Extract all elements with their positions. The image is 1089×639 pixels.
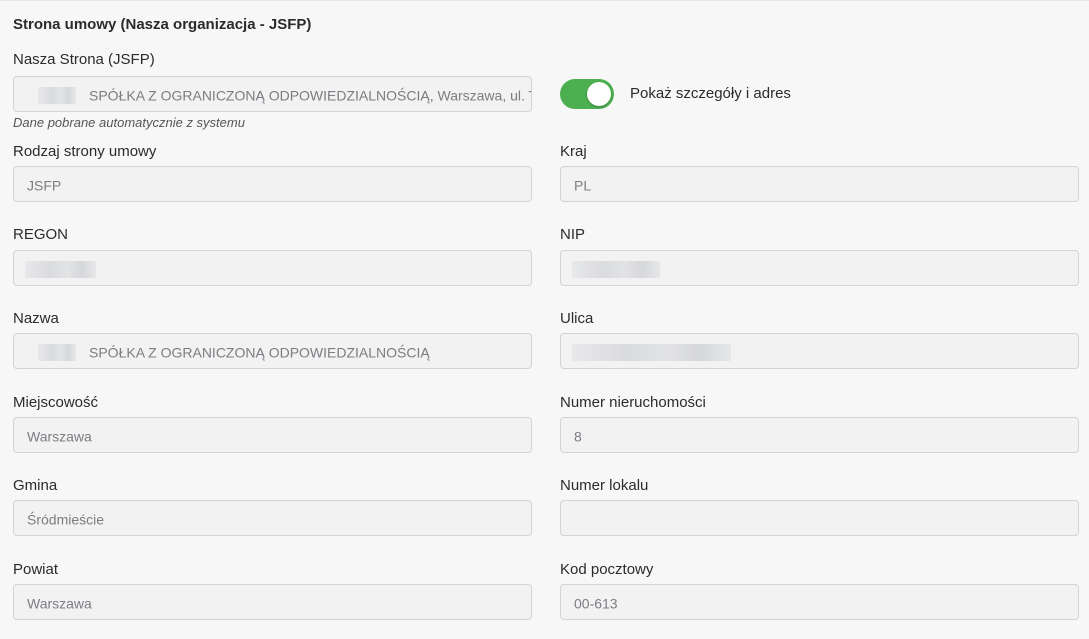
top-divider (0, 0, 1089, 1)
street-label: Ulica (560, 310, 594, 327)
county-field[interactable]: Warszawa (13, 584, 532, 620)
country-label: Kraj (560, 143, 587, 160)
apartment-number-label: Numer lokalu (560, 477, 649, 494)
redacted-text (25, 260, 96, 278)
party-type-value: JSFP (27, 177, 62, 194)
city-value: Warszawa (27, 428, 92, 445)
redacted-text (572, 260, 660, 278)
country-field[interactable]: PL (560, 166, 1079, 202)
redacted-text (38, 86, 76, 104)
redacted-text (38, 343, 76, 361)
building-number-value: 8 (574, 428, 582, 445)
city-field[interactable]: Warszawa (13, 417, 532, 453)
our-party-value: SPÓŁKA Z OGRANICZONĄ ODPOWIEDZIALNOŚCIĄ,… (89, 87, 532, 104)
postal-code-value: 00-613 (574, 595, 618, 612)
building-number-label: Numer nieruchomości (560, 394, 706, 411)
postal-code-field[interactable]: 00-613 (560, 584, 1079, 620)
party-type-label: Rodzaj strony umowy (13, 143, 157, 160)
name-label: Nazwa (13, 310, 59, 327)
building-number-field[interactable]: 8 (560, 417, 1079, 453)
nip-label: NIP (560, 226, 586, 243)
details-toggle[interactable] (560, 79, 614, 109)
name-value: SPÓŁKA Z OGRANICZONĄ ODPOWIEDZIALNOŚCIĄ (89, 344, 430, 361)
postal-code-label: Kod pocztowy (560, 561, 654, 578)
toggle-knob (587, 82, 611, 106)
apartment-number-field[interactable] (560, 500, 1079, 536)
county-value: Warszawa (27, 595, 92, 612)
municipality-field[interactable]: Śródmieście (13, 500, 532, 536)
country-value: PL (574, 177, 592, 194)
our-party-hint: Dane pobrane automatycznie z systemu (13, 115, 245, 130)
municipality-value: Śródmieście (27, 511, 105, 528)
county-label: Powiat (13, 561, 59, 578)
city-label: Miejscowość (13, 394, 99, 411)
party-type-field[interactable]: JSFP (13, 166, 532, 202)
our-party-field[interactable]: SPÓŁKA Z OGRANICZONĄ ODPOWIEDZIALNOŚCIĄ,… (13, 76, 532, 112)
section-title: Strona umowy (Nasza organizacja - JSFP) (13, 16, 312, 33)
municipality-label: Gmina (13, 477, 58, 494)
details-toggle-label: Pokaż szczegóły i adres (630, 85, 791, 102)
redacted-text (572, 343, 731, 361)
name-field[interactable]: SPÓŁKA Z OGRANICZONĄ ODPOWIEDZIALNOŚCIĄ (13, 333, 532, 369)
regon-field[interactable] (13, 250, 532, 286)
our-party-label: Nasza Strona (JSFP) (13, 51, 155, 68)
nip-field[interactable] (560, 250, 1079, 286)
regon-label: REGON (13, 226, 69, 243)
street-field[interactable] (560, 333, 1079, 369)
